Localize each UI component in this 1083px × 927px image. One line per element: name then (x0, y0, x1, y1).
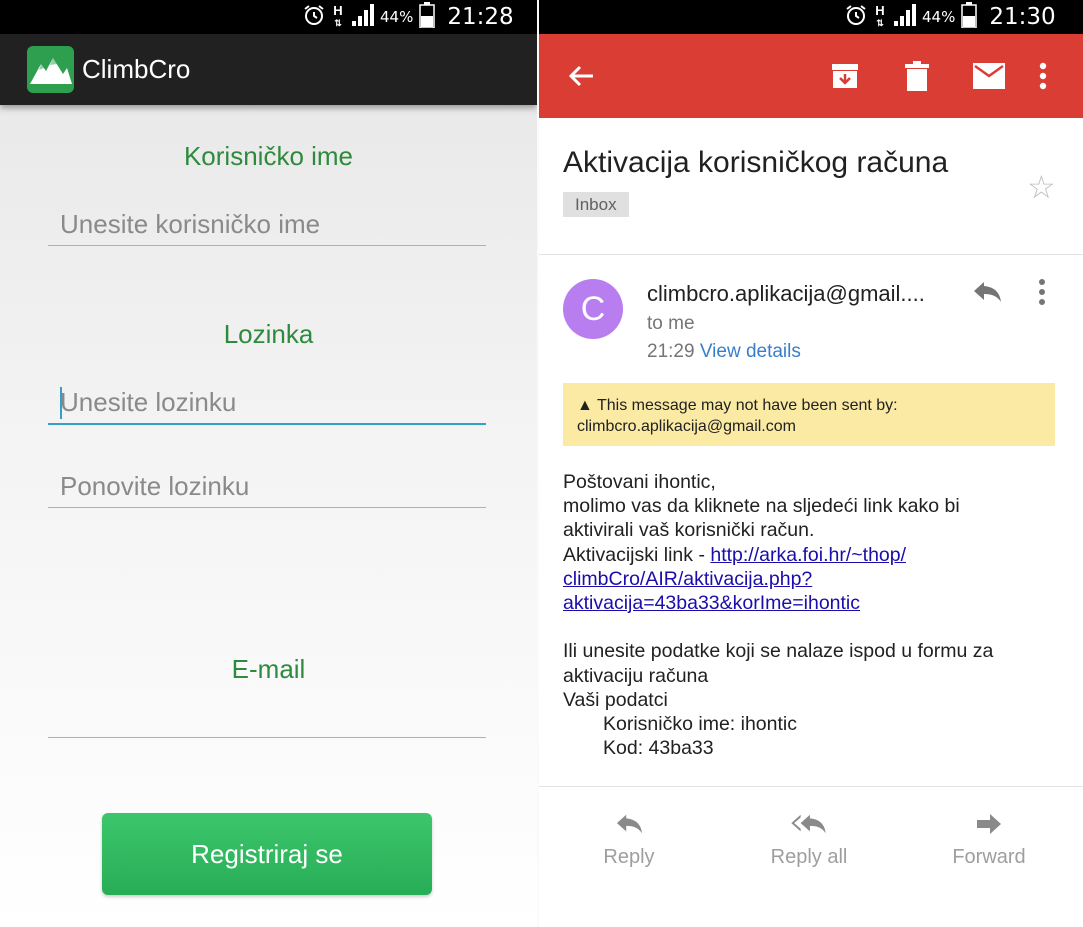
warning-sender: climbcro.aplikacija@gmail.com (577, 418, 796, 435)
register-button[interactable]: Registriraj se (102, 813, 432, 895)
body-line: molimo vas da kliknete na sljedeći link … (563, 495, 960, 518)
signal-icon (892, 3, 916, 31)
status-icons: H ⇅ 44% 21:28 (302, 1, 514, 33)
battery-percent: 44% (380, 8, 414, 26)
more-vert-icon[interactable] (1038, 278, 1046, 311)
body-link-line: Aktivacijski link - http://arka.foi.hr/~… (563, 543, 1063, 567)
archive-icon[interactable] (825, 56, 865, 96)
network-type-icon: H ⇅ (875, 3, 885, 28)
email-toolbar (539, 34, 1083, 118)
email-body: Poštovani ihontic, molimo vas da kliknet… (563, 470, 1063, 760)
battery-icon (961, 1, 978, 33)
signal-icon (350, 3, 374, 31)
body-line: aktivirali vaš korisnički račun. (563, 519, 815, 542)
reply-icon[interactable] (971, 278, 1003, 311)
username-label: Korisničko ime (183, 141, 354, 171)
status-icons: H ⇅ 44% 21:30 (844, 1, 1056, 33)
sender-address[interactable]: climbcro.aplikacija@gmail.... (647, 281, 925, 307)
email-screen: H⇅ 44% 21:30 Aktivacija korisničkog rač (539, 0, 1083, 927)
repeat-password-field[interactable] (48, 467, 486, 508)
star-icon[interactable]: ☆ (1027, 168, 1056, 206)
status-time: 21:28 (447, 4, 514, 30)
delete-icon[interactable] (897, 56, 937, 96)
password-label: Lozinka (223, 319, 314, 349)
body-data-heading: Vaši podatci (563, 688, 668, 711)
email-subject: Aktivacija korisničkog računa (563, 146, 949, 179)
reply-button[interactable]: Reply (559, 806, 699, 869)
sender-avatar[interactable]: C (563, 279, 623, 339)
status-time: 21:30 (989, 4, 1056, 30)
link-prefix: Aktivacijski link - (563, 543, 711, 566)
reply-label: Reply (603, 846, 655, 868)
email-time: 21:29 (647, 341, 695, 362)
battery-icon (419, 1, 436, 33)
app-logo-icon (27, 46, 74, 93)
reply-all-button[interactable]: Reply all (739, 806, 879, 869)
text-cursor (60, 387, 62, 419)
warning-text: This message may not have been sent by: (597, 397, 898, 414)
username-field[interactable] (48, 205, 486, 246)
reply-icon (559, 806, 699, 842)
body-line: Ili unesite podatke koji se nalaze ispod… (563, 640, 994, 663)
app-bar: ClimbCro (0, 34, 537, 105)
body-code: Kod: 43ba33 (603, 737, 714, 760)
mark-unread-icon[interactable] (969, 56, 1009, 96)
email-input[interactable] (60, 697, 470, 735)
reply-all-icon (739, 806, 879, 842)
warning-banner: ▲ This message may not have been sent by… (563, 383, 1055, 446)
inbox-label-chip[interactable]: Inbox (563, 192, 629, 217)
activation-link[interactable]: http://arka.foi.hr/~thop/ (710, 544, 906, 566)
username-input[interactable] (60, 205, 470, 243)
activation-link[interactable]: aktivacija=43ba33&korIme=ihontic (563, 592, 860, 614)
time-line: 21:29 View details (647, 341, 801, 363)
registration-screen: H⇅ 44% 21:28 ClimbCro Korisničko ime Loz… (0, 0, 537, 927)
forward-icon (919, 806, 1059, 842)
action-bar: Reply Reply all Forward (539, 786, 1083, 927)
repeat-password-input[interactable] (60, 467, 470, 505)
body-line: aktivaciju računa (563, 664, 709, 687)
password-field[interactable] (48, 383, 486, 425)
reply-all-label: Reply all (770, 846, 848, 868)
password-input[interactable] (60, 383, 470, 421)
status-bar: H ⇅ 44% 21:28 (0, 0, 537, 34)
activation-link[interactable]: climbCro/AIR/aktivacija.php? (563, 568, 812, 590)
warning-icon: ▲ (577, 397, 593, 414)
view-details-link[interactable]: View details (700, 341, 801, 362)
more-vert-icon[interactable] (1023, 56, 1063, 96)
recipient-line: to me (647, 313, 695, 334)
email-field[interactable] (48, 697, 486, 738)
divider (539, 254, 1083, 255)
body-username: Korisničko ime: ihontic (603, 713, 797, 736)
email-label: E-mail (231, 654, 306, 684)
alarm-icon (302, 3, 326, 32)
forward-button[interactable]: Forward (919, 806, 1059, 869)
body-greeting: Poštovani ihontic, (563, 471, 716, 493)
forward-label: Forward (952, 846, 1026, 868)
battery-percent: 44% (922, 8, 956, 26)
back-arrow-icon[interactable] (561, 56, 601, 96)
status-bar: H ⇅ 44% 21:30 (539, 0, 1083, 34)
network-type-icon: H ⇅ (333, 3, 343, 28)
alarm-icon (844, 3, 868, 32)
app-title: ClimbCro (82, 54, 191, 84)
